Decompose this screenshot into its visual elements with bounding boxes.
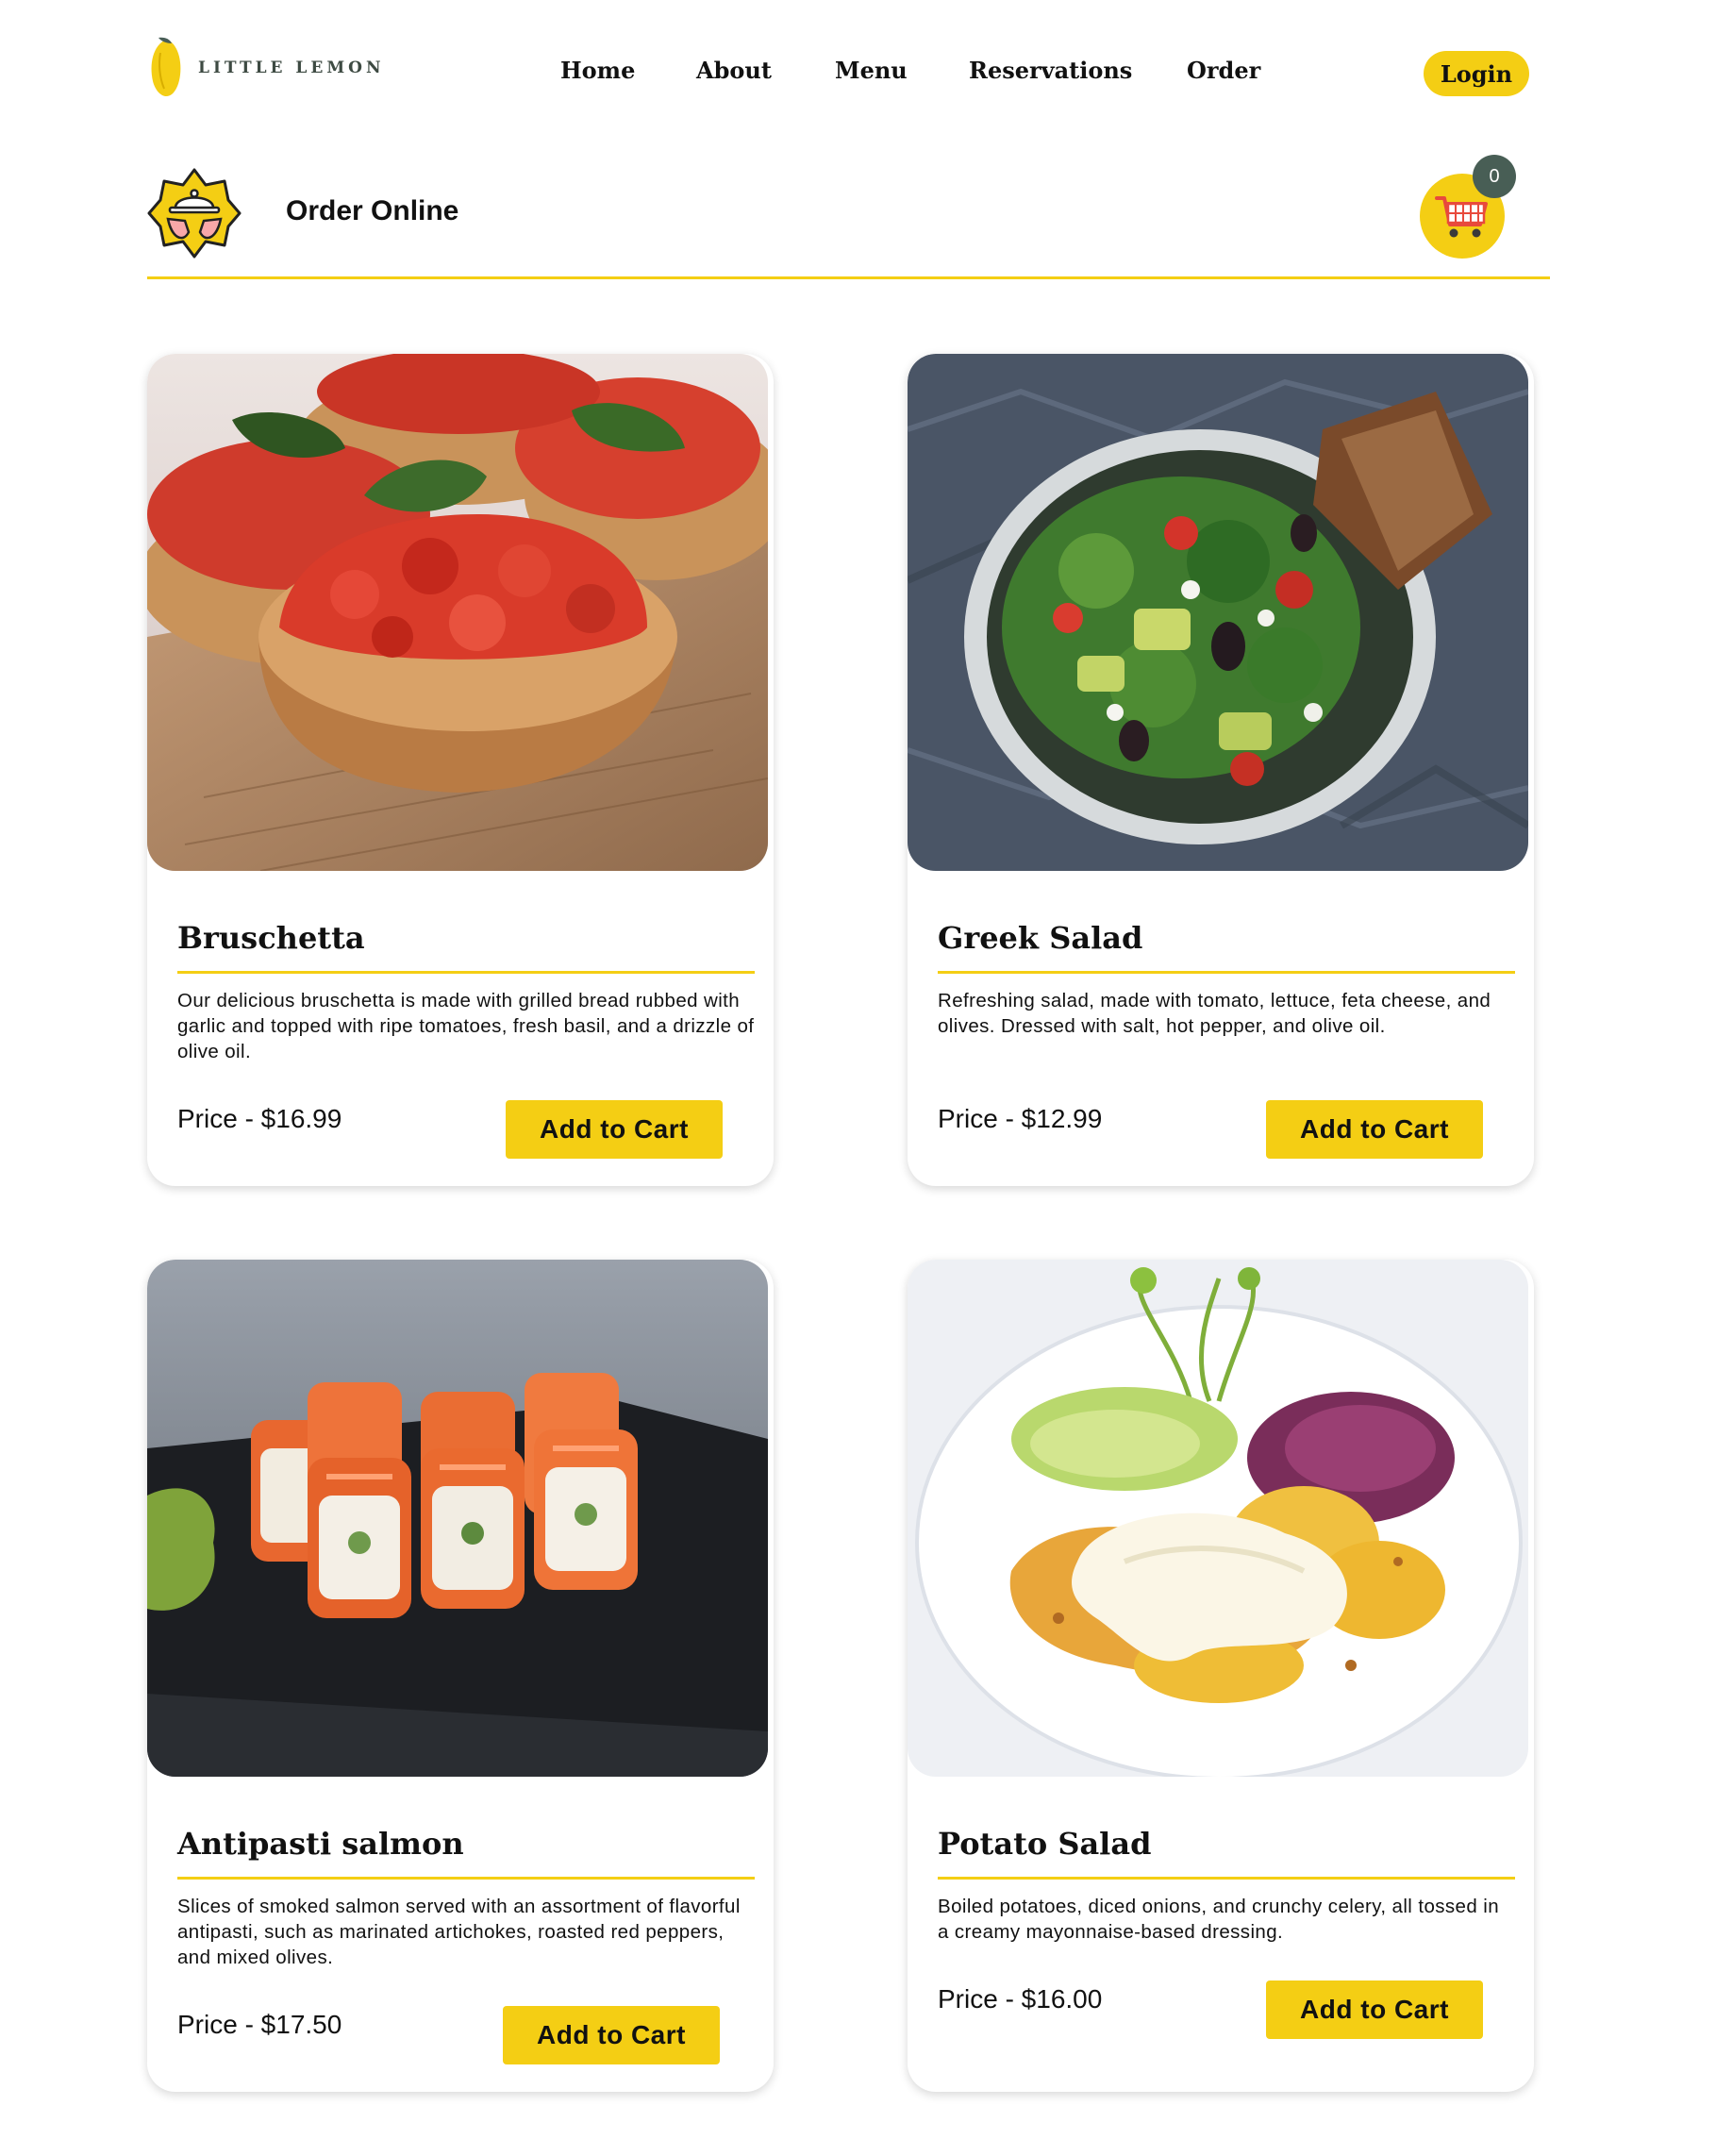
add-to-cart-button[interactable]: Add to Cart (506, 1100, 723, 1159)
card-price: Price - $12.99 (938, 1104, 1103, 1133)
menu-card-bruschetta: Bruschetta Our delicious bruschetta is m… (147, 354, 774, 1186)
nav-home[interactable]: Home (560, 57, 635, 84)
page-title: Order Online (286, 195, 459, 226)
card-title-underline (177, 1877, 755, 1880)
antipasti-salmon-image (147, 1260, 768, 1777)
card-price: Price - $16.00 (938, 1984, 1103, 2014)
nav-menu[interactable]: Menu (835, 57, 908, 84)
login-button[interactable]: Login (1424, 51, 1529, 96)
add-to-cart-button[interactable]: Add to Cart (503, 2006, 720, 2064)
card-title: Potato Salad (938, 1826, 1152, 1862)
card-description: Refreshing salad, made with tomato, lett… (938, 990, 1491, 1037)
menu-card-potato-salad: Potato Salad Boiled potatoes, diced onio… (908, 1260, 1534, 2092)
bruschetta-image (147, 354, 768, 871)
cart-count-badge: 0 (1473, 155, 1516, 198)
serving-cloche-icon (147, 168, 242, 259)
card-description: Our delicious bruschetta is made with gr… (177, 990, 755, 1062)
potato-salad-image (908, 1260, 1528, 1777)
card-price: Price - $16.99 (177, 1104, 342, 1133)
lemon-icon (151, 37, 181, 97)
card-title-underline (177, 971, 755, 974)
greek-salad-image (908, 354, 1528, 871)
add-to-cart-button[interactable]: Add to Cart (1266, 1981, 1483, 2039)
menu-card-greek-salad: Greek Salad Refreshing salad, made with … (908, 354, 1534, 1186)
card-title: Bruschetta (177, 920, 365, 956)
little-lemon-logo[interactable]: LITTLE LEMON (147, 36, 385, 100)
shopping-cart-icon (1435, 196, 1488, 238)
card-title: Greek Salad (938, 920, 1143, 956)
card-description: Boiled potatoes, diced onions, and crunc… (938, 1896, 1500, 1943)
card-title-underline (938, 971, 1515, 974)
menu-card-antipasti-salmon: Antipasti salmon Slices of smoked salmon… (147, 1260, 774, 2092)
card-description: Slices of smoked salmon served with an a… (177, 1896, 741, 1968)
nav-order[interactable]: Order (1187, 57, 1260, 84)
brand-name: LITTLE LEMON (198, 58, 385, 77)
nav-reservations[interactable]: Reservations (969, 57, 1132, 84)
card-title: Antipasti salmon (177, 1826, 464, 1862)
nav-about[interactable]: About (696, 57, 772, 84)
add-to-cart-button[interactable]: Add to Cart (1266, 1100, 1483, 1159)
header-divider (147, 276, 1550, 279)
card-price: Price - $17.50 (177, 2010, 342, 2039)
card-title-underline (938, 1877, 1515, 1880)
